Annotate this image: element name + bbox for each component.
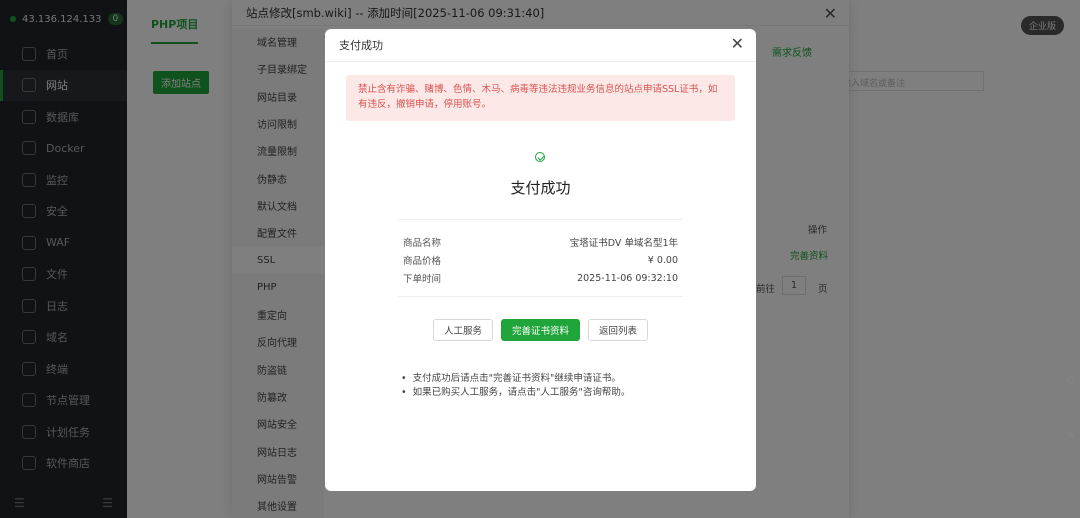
dialog-header-title: 支付成功 (339, 39, 383, 52)
feedback-edit-icon[interactable]: ✎ (1062, 432, 1080, 442)
info-label: 商品名称 (403, 238, 442, 249)
info-row-time: 下单时间 2025-11-06 09:32:10 (403, 269, 678, 287)
manual-service-button[interactable]: 人工服务 (432, 319, 493, 341)
back-to-list-button[interactable]: 返回列表 (588, 319, 649, 341)
order-info: 商品名称 宝塔证书DV 单域名型1年 商品价格 ¥ 0.00 下单时间 2025… (398, 219, 683, 297)
notes-list: 支付成功后请点击"完善证书资料"继续申请证书。 如果已购买人工服务，请点击"人工… (401, 372, 631, 400)
info-label: 商品价格 (403, 256, 442, 267)
info-value: ¥ 0.00 (647, 254, 678, 266)
info-value: 宝塔证书DV 单域名型1年 (569, 238, 678, 249)
payment-success-dialog: 支付成功 ✕ 禁止含有诈骗、赌博、色情、木马、病毒等违法违规业务信息的站点申请S… (325, 29, 756, 491)
success-check-icon (535, 152, 545, 162)
info-row-product: 商品名称 宝塔证书DV 单域名型1年 (403, 233, 678, 251)
dialog-buttons: 人工服务 完善证书资料 返回列表 (325, 319, 756, 341)
info-row-price: 商品价格 ¥ 0.00 (403, 251, 678, 269)
info-value: 2025-11-06 09:32:10 (577, 272, 678, 284)
warning-banner: 禁止含有诈骗、赌博、色情、木马、病毒等违法违规业务信息的站点申请SSL证书，如有… (346, 75, 735, 121)
customer-service-icon[interactable]: ☺ (1062, 376, 1080, 386)
info-label: 下单时间 (403, 274, 442, 285)
success-title: 支付成功 (510, 179, 571, 197)
complete-cert-info-button[interactable]: 完善证书资料 (500, 319, 580, 341)
close-icon[interactable]: ✕ (731, 35, 744, 53)
list-item: 如果已购买人工服务，请点击"人工服务"咨询帮助。 (401, 386, 631, 400)
list-item: 支付成功后请点击"完善证书资料"继续申请证书。 (401, 372, 630, 386)
dialog-header: 支付成功 ✕ (325, 29, 756, 62)
